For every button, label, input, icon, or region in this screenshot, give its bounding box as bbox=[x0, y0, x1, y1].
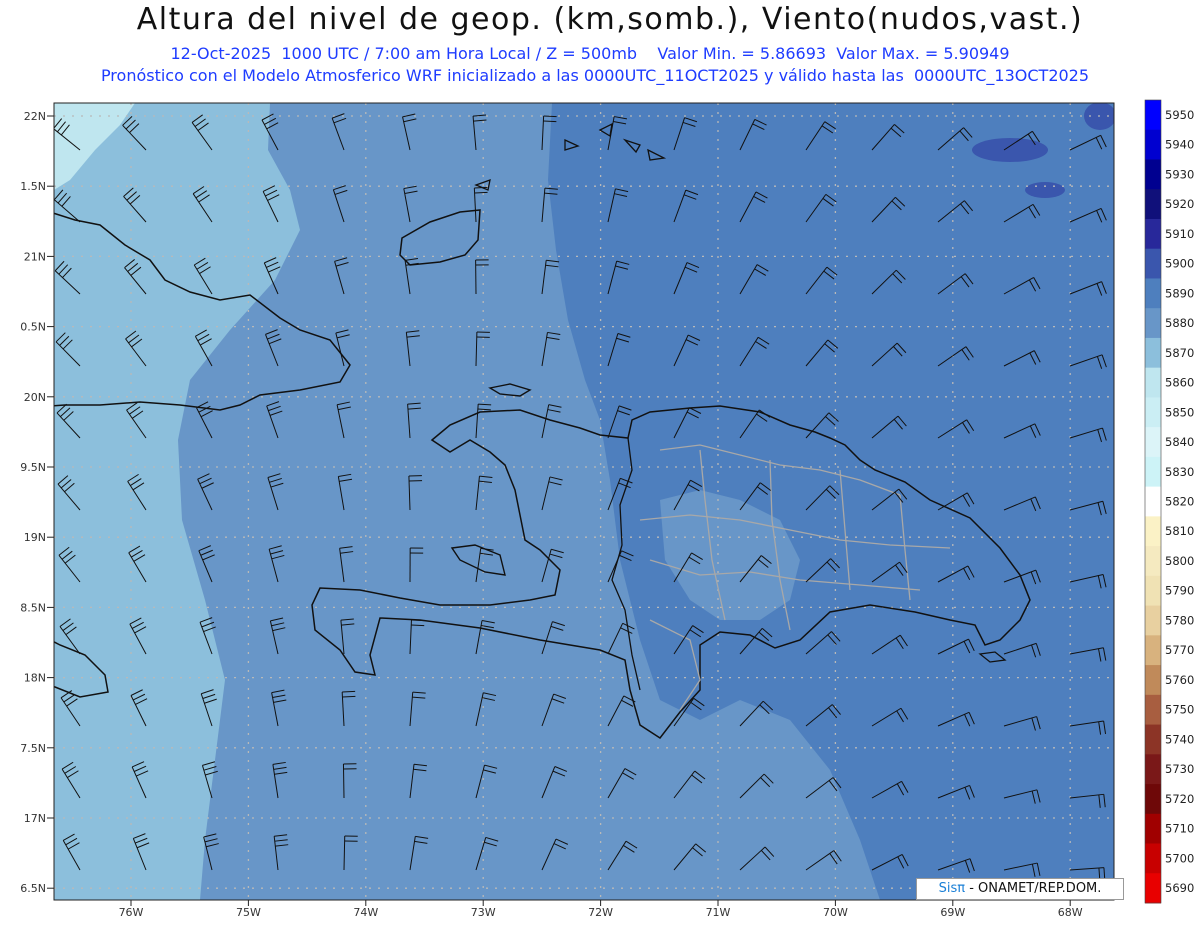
latitude-labels: 22N 1.5N 21N 0.5N 20N 9.5N 19N 8.5N 18N 7.5N 17N 6.… bbox=[20, 110, 54, 895]
colorbar: 5950 5940 5930 5920 5910 5900 5890 5880 5870 5860… bbox=[1144, 99, 1194, 904]
colorbar-label: 5720 bbox=[1165, 792, 1194, 806]
colorbar-swatch bbox=[1145, 665, 1161, 696]
latitude-label: 19N bbox=[24, 531, 46, 544]
colorbar-label: 5710 bbox=[1165, 822, 1194, 836]
longitude-label: 76W bbox=[119, 906, 144, 919]
colorbar-label: 5730 bbox=[1165, 762, 1194, 776]
latitude-label: 9.5N bbox=[20, 461, 46, 474]
longitude-label: 70W bbox=[823, 906, 848, 919]
longitude-label: 73W bbox=[471, 906, 496, 919]
colorbar-label: 5880 bbox=[1165, 316, 1194, 330]
colorbar-label: 5790 bbox=[1165, 584, 1194, 598]
longitude-label: 68W bbox=[1058, 906, 1083, 919]
colorbar-swatch bbox=[1145, 546, 1161, 577]
colorbar-swatch bbox=[1145, 248, 1161, 279]
latitude-label: 20N bbox=[24, 391, 46, 404]
colorbar-swatch bbox=[1145, 100, 1161, 131]
zone-5900-b bbox=[1025, 182, 1065, 198]
colorbar-swatch bbox=[1145, 189, 1161, 220]
colorbar-label: 5950 bbox=[1165, 108, 1194, 122]
colorbar-swatch bbox=[1145, 694, 1161, 725]
colorbar-swatch bbox=[1145, 635, 1161, 666]
geopotential-map: 22N 1.5N 21N 0.5N 20N 9.5N 19N 8.5N 18N 7.5N 17N 6.… bbox=[20, 99, 1194, 919]
longitude-label: 74W bbox=[353, 906, 378, 919]
sispi-logo-text: Sisπ bbox=[938, 881, 966, 896]
colorbar-label: 5930 bbox=[1165, 167, 1194, 181]
colorbar-swatch bbox=[1145, 159, 1161, 190]
latitude-label: 17N bbox=[24, 812, 46, 825]
latitude-label: 7.5N bbox=[20, 742, 46, 755]
zone-5900-a bbox=[972, 138, 1048, 162]
colorbar-swatch bbox=[1145, 308, 1161, 339]
colorbar-swatch bbox=[1145, 129, 1161, 160]
colorbar-label: 5940 bbox=[1165, 138, 1194, 152]
colorbar-label: 5810 bbox=[1165, 524, 1194, 538]
colorbar-label: 5800 bbox=[1165, 554, 1194, 568]
longitude-label: 71W bbox=[706, 906, 731, 919]
colorbar-label: 5840 bbox=[1165, 435, 1194, 449]
colorbar-label: 5910 bbox=[1165, 227, 1194, 241]
longitude-labels: 76W 75W 74W 73W 72W 71W 70W 69W 68W bbox=[119, 900, 1083, 919]
colorbar-swatch bbox=[1145, 516, 1161, 547]
latitude-label: 22N bbox=[24, 110, 46, 123]
colorbar-label: 5860 bbox=[1165, 376, 1194, 390]
latitude-label: 8.5N bbox=[20, 601, 46, 614]
colorbar-label: 5690 bbox=[1165, 881, 1194, 895]
colorbar-swatch bbox=[1145, 873, 1161, 904]
colorbar-swatch bbox=[1145, 843, 1161, 874]
colorbar-swatch bbox=[1145, 784, 1161, 815]
colorbar-swatch bbox=[1145, 456, 1161, 488]
colorbar-label: 5870 bbox=[1165, 346, 1194, 360]
longitude-label: 72W bbox=[588, 906, 613, 919]
colorbar-swatch bbox=[1145, 486, 1161, 517]
colorbar-label: 5770 bbox=[1165, 643, 1194, 657]
colorbar-swatch bbox=[1145, 367, 1161, 398]
colorbar-swatch bbox=[1145, 605, 1161, 636]
geopotential-shading bbox=[54, 103, 1114, 900]
colorbar-label: 5920 bbox=[1165, 197, 1194, 211]
latitude-label: 6.5N bbox=[20, 882, 46, 895]
colorbar-label: 5890 bbox=[1165, 286, 1194, 300]
colorbar-label: 5830 bbox=[1165, 465, 1194, 479]
colorbar-swatch bbox=[1145, 754, 1161, 785]
colorbar-swatch bbox=[1145, 724, 1161, 755]
colorbar-swatch bbox=[1145, 278, 1161, 309]
colorbar-label: 5700 bbox=[1165, 851, 1194, 865]
colorbar-swatch bbox=[1145, 427, 1161, 458]
latitude-label: 0.5N bbox=[20, 321, 46, 334]
colorbar-label: 5760 bbox=[1165, 673, 1194, 687]
colorbar-swatch bbox=[1145, 397, 1161, 428]
longitude-label: 75W bbox=[236, 906, 261, 919]
colorbar-swatch bbox=[1145, 218, 1161, 250]
latitude-label: 18N bbox=[24, 672, 46, 685]
colorbar-label: 5820 bbox=[1165, 495, 1194, 509]
colorbar-swatch bbox=[1145, 813, 1161, 844]
longitude-label: 69W bbox=[940, 906, 965, 919]
latitude-label: 21N bbox=[24, 250, 46, 263]
credit-text: - ONAMET/REP.DOM. bbox=[969, 881, 1102, 896]
colorbar-label: 5740 bbox=[1165, 732, 1194, 746]
colorbar-label: 5900 bbox=[1165, 257, 1194, 271]
colorbar-label: 5750 bbox=[1165, 703, 1194, 717]
credit-box: Sisπ - ONAMET/REP.DOM. bbox=[916, 878, 1124, 900]
latitude-label: 1.5N bbox=[20, 180, 46, 193]
colorbar-swatch bbox=[1145, 337, 1161, 369]
colorbar-label: 5850 bbox=[1165, 405, 1194, 419]
colorbar-label: 5780 bbox=[1165, 613, 1194, 627]
colorbar-swatch bbox=[1145, 575, 1161, 606]
